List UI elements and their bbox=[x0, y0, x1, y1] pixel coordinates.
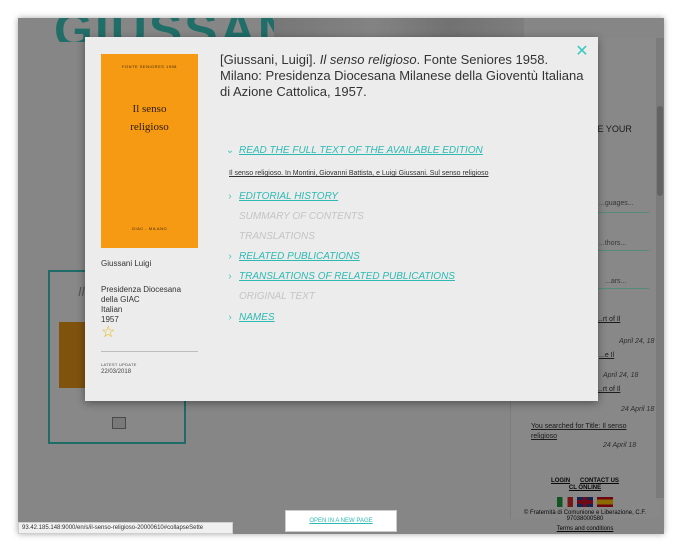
publication-modal: ✕ FONTE SENIORES 1958 Il senso religioso… bbox=[85, 37, 598, 401]
language-value: Italian bbox=[101, 305, 123, 314]
latest-update-label: LATEST UPDATE bbox=[101, 362, 137, 367]
section-editorial-history[interactable]: › EDITORIAL HISTORY bbox=[225, 191, 338, 202]
section-related-publications[interactable]: › RELATED PUBLICATIONS bbox=[225, 251, 360, 262]
section-label: ORIGINAL TEXT bbox=[239, 291, 315, 302]
section-summary-of-contents: SUMMARY OF CONTENTS bbox=[225, 211, 364, 222]
cover-series-text: FONTE SENIORES 1958 bbox=[122, 64, 177, 69]
cover-publisher-text: GIAC - MILANO bbox=[131, 226, 168, 231]
citation-prefix: [Giussani, Luigi]. bbox=[220, 52, 320, 67]
chevron-right-icon: › bbox=[228, 191, 232, 202]
citation-title: Il senso religioso bbox=[319, 52, 417, 67]
cover-title-line: Il senso bbox=[132, 103, 167, 115]
chevron-right-icon: › bbox=[228, 271, 232, 282]
cover-title: Il senso religioso bbox=[101, 100, 198, 136]
full-text-link[interactable]: Il senso religioso. In Montini, Giovanni… bbox=[229, 170, 489, 177]
browser-viewport: GIUSSANI Il ...OVE YOUR ...guages... ...… bbox=[18, 18, 664, 534]
section-label: RELATED PUBLICATIONS bbox=[239, 251, 360, 262]
section-label: SUMMARY OF CONTENTS bbox=[239, 211, 364, 222]
section-translations-related[interactable]: › TRANSLATIONS OF RELATED PUBLICATIONS bbox=[225, 271, 455, 282]
chevron-right-icon: › bbox=[228, 312, 232, 323]
favorite-star-icon[interactable]: ☆ bbox=[101, 325, 115, 341]
section-label: TRANSLATIONS bbox=[239, 231, 315, 242]
status-bar-url: 93.42.185.148:9000/en/s/il-senso-religio… bbox=[18, 522, 233, 534]
latest-update-date: 22/03/2018 bbox=[101, 369, 132, 375]
chevron-down-icon: ⌄ bbox=[225, 145, 235, 156]
citation-text: [Giussani, Luigi]. Il senso religioso. F… bbox=[220, 52, 585, 100]
section-names[interactable]: › NAMES bbox=[225, 312, 275, 323]
section-original-text: ORIGINAL TEXT bbox=[225, 291, 315, 302]
open-new-page-button[interactable]: OPEN IN A NEW PAGE bbox=[285, 510, 397, 532]
section-label: TRANSLATIONS OF RELATED PUBLICATIONS bbox=[239, 271, 455, 282]
book-cover: FONTE SENIORES 1958 Il senso religioso G… bbox=[101, 54, 198, 248]
year-value: 1957 bbox=[101, 315, 119, 324]
cover-title-line: religioso bbox=[130, 121, 169, 133]
chevron-right-icon: › bbox=[228, 251, 232, 262]
section-label: READ THE FULL TEXT OF THE AVAILABLE EDIT… bbox=[239, 145, 483, 156]
author-name: Giussani Luigi bbox=[101, 259, 152, 268]
publisher-name: Presidenza Diocesana della GIAC bbox=[101, 285, 182, 304]
section-label: NAMES bbox=[239, 312, 275, 323]
divider bbox=[101, 351, 198, 352]
section-label: EDITORIAL HISTORY bbox=[239, 191, 339, 202]
section-read-full-text[interactable]: ⌄ READ THE FULL TEXT OF THE AVAILABLE ED… bbox=[225, 145, 483, 156]
section-translations: TRANSLATIONS bbox=[225, 231, 315, 242]
publisher-info: Presidenza Diocesana della GIAC Italian … bbox=[101, 285, 197, 325]
